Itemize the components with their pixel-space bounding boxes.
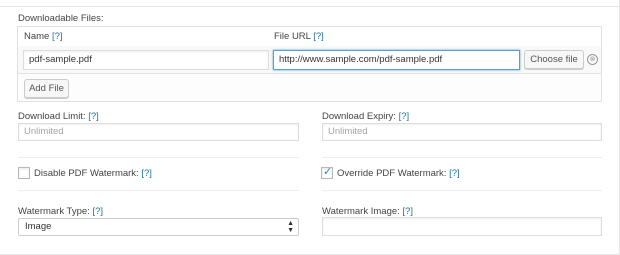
downloadable-files-table: Name [?] File URL [?] pdf-sample.pdf htt… — [17, 26, 602, 102]
product-data-panel: Downloadable Files: Name [?] File URL [?… — [0, 0, 620, 255]
disable-pdf-watermark-help-link[interactable]: [?] — [141, 168, 152, 179]
override-pdf-watermark-checkbox[interactable]: ✓ — [321, 166, 333, 179]
file-url-column-header: File URL [?] — [274, 31, 324, 42]
remove-file-icon[interactable]: ⊗ — [587, 54, 598, 65]
download-limit-input[interactable]: Unlimited — [18, 123, 299, 141]
table-row: pdf-sample.pdf http://www.sample.com/pdf… — [18, 46, 601, 74]
section-divider — [322, 157, 602, 158]
add-file-button[interactable]: Add File — [24, 79, 69, 98]
download-expiry-help-link[interactable]: [?] — [399, 111, 410, 122]
download-expiry-label: Download Expiry: [?] — [322, 111, 409, 122]
name-column-header: Name [?] — [24, 31, 63, 42]
download-limit-label: Download Limit: [?] — [18, 111, 99, 122]
download-limit-help-link[interactable]: [?] — [88, 111, 99, 122]
name-help-link[interactable]: [?] — [52, 31, 63, 42]
section-divider — [322, 190, 602, 191]
select-arrows-icon: ▲ ▼ — [287, 220, 294, 234]
file-name-input[interactable]: pdf-sample.pdf — [23, 50, 269, 70]
choose-file-button[interactable]: Choose file — [524, 50, 584, 69]
top-divider — [0, 0, 619, 7]
section-divider — [18, 157, 299, 158]
file-url-help-link[interactable]: [?] — [313, 31, 324, 42]
watermark-type-label: Watermark Type: [?] — [18, 206, 103, 217]
file-url-input[interactable]: http://www.sample.com/pdf-sample.pdf — [273, 50, 520, 70]
watermark-image-help-link[interactable]: [?] — [402, 206, 413, 217]
watermark-image-input[interactable] — [322, 217, 602, 236]
files-table-header: Name [?] File URL [?] — [18, 27, 601, 47]
disable-pdf-watermark-text: Disable PDF Watermark: — [34, 168, 139, 179]
checkmark-icon: ✓ — [323, 166, 333, 178]
watermark-image-label: Watermark Image: [?] — [322, 206, 413, 217]
name-header-text: Name — [24, 31, 50, 42]
watermark-type-text: Watermark Type: — [18, 206, 90, 217]
watermark-type-select[interactable]: Image ▲ ▼ — [18, 218, 299, 236]
override-pdf-watermark-label: Override PDF Watermark: [?] — [337, 168, 460, 179]
disable-pdf-watermark-checkbox[interactable] — [18, 167, 30, 179]
watermark-type-value: Image — [25, 221, 52, 232]
section-divider — [18, 190, 299, 191]
file-url-header-text: File URL — [274, 31, 311, 42]
watermark-image-text: Watermark Image: — [322, 206, 400, 217]
downloadable-files-label: Downloadable Files: — [18, 13, 104, 24]
disable-pdf-watermark-label: Disable PDF Watermark: [?] — [34, 168, 152, 179]
download-expiry-input[interactable]: Unlimited — [322, 123, 602, 141]
override-pdf-watermark-help-link[interactable]: [?] — [449, 168, 460, 179]
download-limit-text: Download Limit: — [18, 111, 86, 122]
watermark-type-help-link[interactable]: [?] — [92, 206, 103, 217]
download-expiry-text: Download Expiry: — [322, 111, 396, 122]
override-pdf-watermark-text: Override PDF Watermark: — [337, 168, 447, 179]
